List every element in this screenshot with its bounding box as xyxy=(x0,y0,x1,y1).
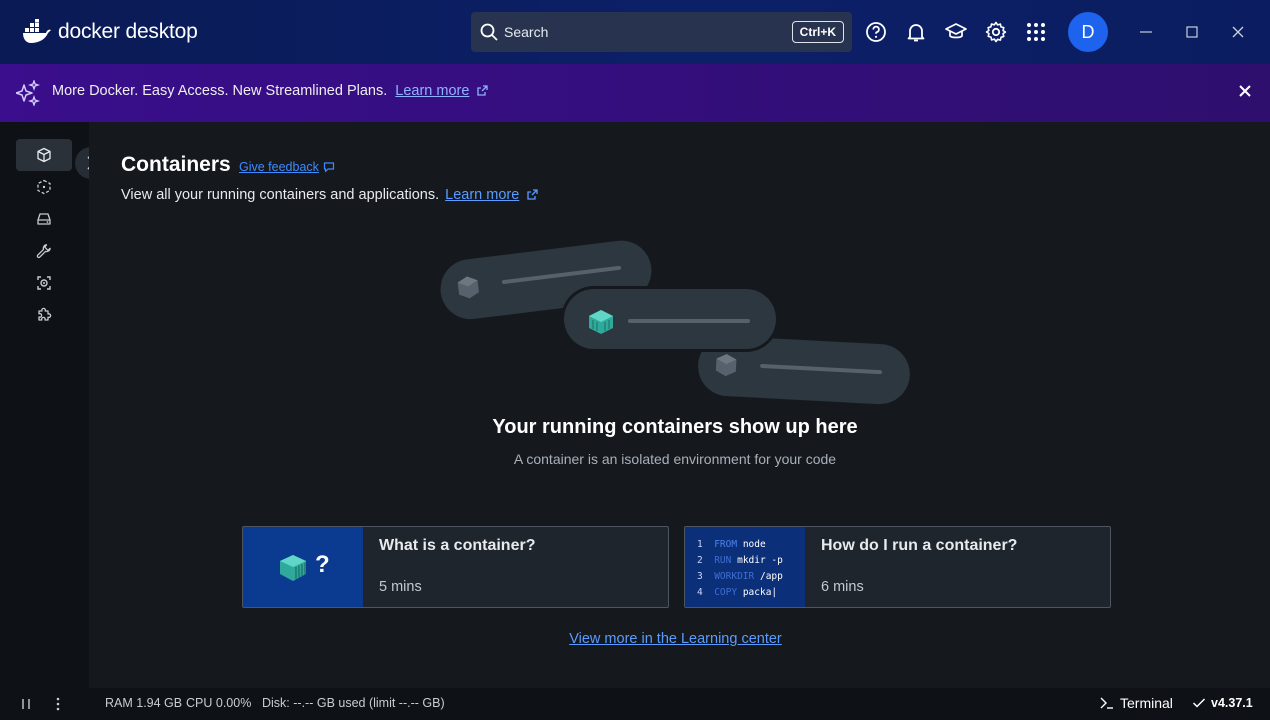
disk-usage: Disk: --.-- GB used (limit --.-- GB) xyxy=(262,696,445,710)
version-status[interactable]: v4.37.1 xyxy=(1192,696,1253,710)
learning-card-run-container[interactable]: 1 FROM node 2 RUN mkdir -p 3 WORKDIR /ap… xyxy=(684,526,1111,608)
close-banner-icon[interactable] xyxy=(1238,84,1252,98)
docker-logo: docker desktop xyxy=(22,18,198,46)
banner-message: More Docker. Easy Access. New Streamline… xyxy=(52,83,388,99)
maximize-icon[interactable] xyxy=(1184,24,1200,40)
search-bar[interactable]: Search Ctrl+K xyxy=(471,12,852,52)
puzzle-icon xyxy=(38,307,52,321)
container-cube-icon xyxy=(37,147,51,163)
docker-whale-icon xyxy=(23,19,51,43)
images-icon xyxy=(37,179,51,195)
banner-text-line: More Docker. Easy Access. New Streamline… xyxy=(52,83,489,99)
promo-banner: More Docker. Easy Access. New Streamline… xyxy=(0,64,1270,122)
settings-gear-icon[interactable] xyxy=(984,20,1008,44)
question-glyph: ? xyxy=(315,551,330,578)
pause-icon[interactable] xyxy=(20,698,32,710)
title-bar: docker desktop Search Ctrl+K D xyxy=(0,0,1270,64)
card-title: How do I run a container? xyxy=(821,537,1018,554)
empty-state-title: Your running containers show up here xyxy=(492,416,858,438)
ram-usage: RAM 1.94 GB xyxy=(105,696,183,710)
card-thumbnail: 1 FROM node 2 RUN mkdir -p 3 WORKDIR /ap… xyxy=(685,527,805,607)
apps-grid-icon[interactable] xyxy=(1024,20,1048,44)
external-link-icon xyxy=(527,189,538,200)
learning-center-link[interactable]: View more in the Learning center xyxy=(0,631,1270,647)
external-link-icon xyxy=(477,85,489,96)
card-duration: 5 mins xyxy=(379,579,422,595)
sidebar-item-images[interactable] xyxy=(16,171,72,203)
sidebar xyxy=(0,122,89,688)
sidebar-item-extensions[interactable] xyxy=(16,299,72,331)
feedback-icon xyxy=(323,162,335,173)
logo-text: docker desktop xyxy=(58,20,198,43)
page-title: Containers xyxy=(121,153,231,176)
banner-learn-more-link[interactable]: Learn more xyxy=(395,83,469,99)
minimize-icon[interactable] xyxy=(1138,24,1154,40)
sidebar-item-builds[interactable] xyxy=(16,235,72,267)
user-avatar[interactable]: D xyxy=(1068,12,1108,52)
learning-card-what-is-container[interactable]: ? What is a container? 5 mins xyxy=(242,526,669,608)
page-subtitle: View all your running containers and app… xyxy=(121,187,539,203)
notifications-bell-icon[interactable] xyxy=(904,20,928,44)
code-snippet: 1 FROM node 2 RUN mkdir -p 3 WORKDIR /ap… xyxy=(697,539,783,598)
empty-state-subtitle: A container is an isolated environment f… xyxy=(513,451,837,467)
learn-more-link[interactable]: Learn more xyxy=(445,187,519,203)
give-feedback-link[interactable]: Give feedback xyxy=(239,160,335,174)
close-window-icon[interactable] xyxy=(1230,24,1246,40)
container-cube-icon xyxy=(280,555,306,581)
card-duration: 6 mins xyxy=(821,579,864,595)
scout-icon xyxy=(37,276,51,290)
wrench-icon xyxy=(36,244,51,259)
sidebar-item-containers[interactable] xyxy=(16,139,72,171)
sidebar-item-scout[interactable] xyxy=(16,267,72,299)
card-title: What is a container? xyxy=(379,537,536,554)
help-icon[interactable] xyxy=(864,20,888,44)
volumes-icon xyxy=(37,213,51,225)
check-icon xyxy=(1192,698,1206,708)
learning-cap-icon[interactable] xyxy=(944,20,968,44)
search-icon xyxy=(480,23,498,41)
card-thumbnail: ? xyxy=(243,527,363,607)
more-options-icon[interactable] xyxy=(54,697,62,711)
search-shortcut: Ctrl+K xyxy=(791,21,844,43)
terminal-prompt-icon xyxy=(1100,697,1113,709)
search-label: Search xyxy=(504,24,549,40)
status-bar: RAM 1.94 GB CPU 0.00% Disk: --.-- GB use… xyxy=(0,688,1270,720)
containers-illustration xyxy=(440,240,910,405)
sidebar-item-volumes[interactable] xyxy=(16,203,72,235)
cpu-usage: CPU 0.00% xyxy=(186,696,252,710)
sparkles-icon xyxy=(16,80,40,106)
terminal-button[interactable]: Terminal xyxy=(1100,695,1173,711)
